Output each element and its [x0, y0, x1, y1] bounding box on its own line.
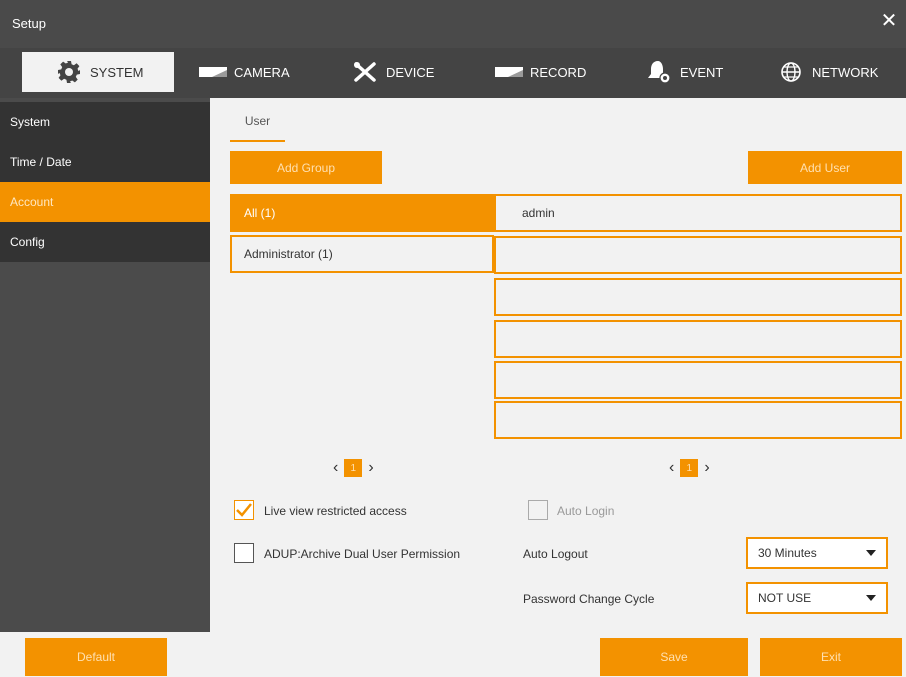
- default-button[interactable]: Default: [25, 638, 167, 676]
- group-row-all[interactable]: All (1): [230, 194, 494, 232]
- user-pager: ‹ 1 ›: [669, 458, 710, 478]
- user-row[interactable]: [494, 278, 902, 316]
- next-page-icon[interactable]: ›: [368, 459, 373, 477]
- prev-page-icon[interactable]: ‹: [669, 459, 674, 477]
- add-group-button[interactable]: Add Group: [230, 151, 382, 184]
- check-icon: [236, 503, 252, 517]
- tab-label: RECORD: [530, 64, 587, 80]
- adup-checkbox[interactable]: [234, 543, 254, 563]
- page-number[interactable]: 1: [344, 459, 363, 477]
- auto-logout-label: Auto Logout: [523, 547, 588, 561]
- globe-icon: [776, 61, 806, 83]
- tab-camera[interactable]: CAMERA: [198, 52, 328, 92]
- save-button[interactable]: Save: [600, 638, 748, 676]
- tab-label: NETWORK: [812, 64, 879, 80]
- auto-login-checkbox[interactable]: [528, 500, 548, 520]
- tab-network[interactable]: NETWORK: [776, 52, 902, 92]
- live-view-restricted-checkbox[interactable]: [234, 500, 254, 520]
- tab-label: EVENT: [680, 64, 724, 80]
- exit-button[interactable]: Exit: [760, 638, 902, 676]
- live-view-restricted-label: Live view restricted access: [264, 504, 407, 518]
- sidebar-item-account[interactable]: Account: [0, 182, 210, 222]
- chevron-down-icon: [866, 550, 876, 556]
- window-title: Setup: [12, 16, 46, 31]
- next-page-icon[interactable]: ›: [704, 459, 709, 477]
- adup-label: ADUP:Archive Dual User Permission: [264, 547, 461, 561]
- add-user-button[interactable]: Add User: [748, 151, 902, 184]
- tab-label: CAMERA: [234, 64, 290, 80]
- user-row[interactable]: [494, 401, 902, 439]
- auto-logout-value: 30 Minutes: [758, 546, 817, 560]
- user-row[interactable]: [494, 236, 902, 274]
- password-change-cycle-select[interactable]: NOT USE: [746, 582, 888, 614]
- camera-icon: [198, 61, 228, 83]
- chevron-down-icon: [866, 595, 876, 601]
- auto-logout-select[interactable]: 30 Minutes: [746, 537, 888, 569]
- bell-icon: [644, 61, 674, 84]
- title-bar: Setup ✕: [0, 0, 906, 48]
- close-icon[interactable]: ✕: [878, 10, 900, 32]
- tab-device[interactable]: DEVICE: [350, 52, 480, 92]
- page-number[interactable]: 1: [680, 459, 699, 477]
- user-row-admin[interactable]: admin: [494, 194, 902, 232]
- user-row[interactable]: [494, 361, 902, 399]
- user-row[interactable]: [494, 320, 902, 358]
- tab-event[interactable]: EVENT: [644, 52, 764, 92]
- record-icon: [494, 61, 524, 83]
- sidebar-item-time-date[interactable]: Time / Date: [0, 142, 210, 182]
- tools-icon: [350, 61, 380, 83]
- prev-page-icon[interactable]: ‹: [333, 459, 338, 477]
- group-pager: ‹ 1 ›: [333, 458, 374, 478]
- tab-label: SYSTEM: [90, 64, 144, 80]
- password-change-cycle-value: NOT USE: [758, 591, 812, 605]
- auto-login-label: Auto Login: [557, 504, 615, 518]
- password-change-cycle-label: Password Change Cycle: [523, 592, 655, 606]
- sidebar-item-system[interactable]: System: [0, 102, 210, 142]
- gear-icon: [54, 61, 84, 83]
- tab-label: DEVICE: [386, 64, 435, 80]
- tab-user[interactable]: User: [230, 102, 285, 142]
- tab-system[interactable]: SYSTEM: [22, 52, 174, 92]
- tab-record[interactable]: RECORD: [494, 52, 634, 92]
- group-row-administrator[interactable]: Administrator (1): [230, 235, 494, 273]
- sidebar-item-config[interactable]: Config: [0, 222, 210, 262]
